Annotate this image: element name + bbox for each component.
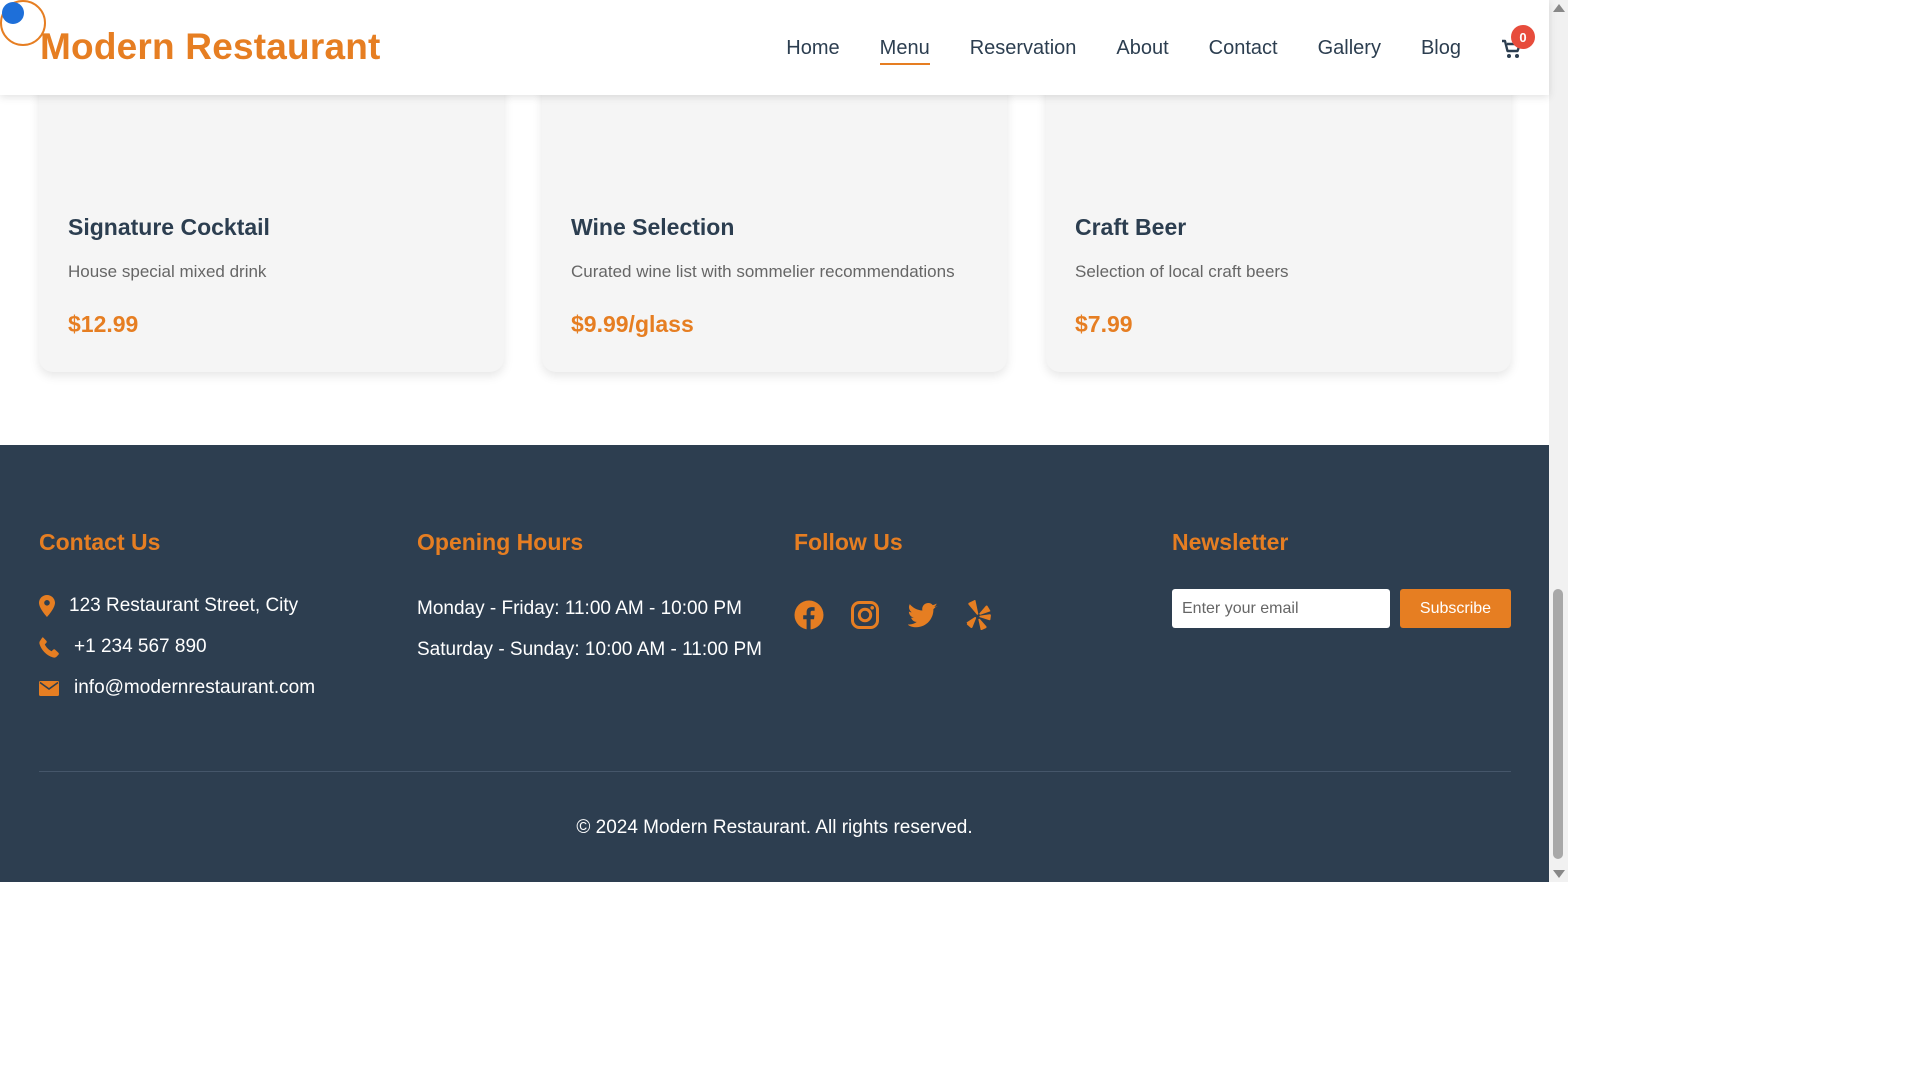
card-price: $7.99 [1075,311,1133,337]
social-title: Follow Us [794,529,903,555]
footer-newsletter: Newsletter Subscribe [1172,529,1517,628]
nav-about[interactable]: About [1116,33,1168,63]
cart-count-badge: 0 [1511,25,1535,49]
nav-home[interactable]: Home [786,33,839,63]
footer-divider [39,771,1511,772]
nav-gallery[interactable]: Gallery [1318,33,1381,63]
card-price: $12.99 [68,311,139,337]
newsletter-title: Newsletter [1172,529,1289,555]
scroll-up-arrow-icon[interactable] [1553,4,1565,12]
instagram-icon [851,601,879,629]
facebook-link[interactable] [794,599,851,631]
footer-social: Follow Us [794,529,1139,630]
page-scrollbar[interactable] [1549,0,1568,882]
nav-reservation[interactable]: Reservation [970,33,1077,63]
footer-contact: Contact Us 123 Restaurant Street, City +… [39,529,384,698]
card-price: $9.99/glass [571,311,694,337]
cart-button[interactable]: 0 [1501,25,1535,63]
hours-weekdays: Monday - Friday: 11:00 AM - 10:00 PM [417,598,742,619]
card-title: Craft Beer [1075,214,1187,240]
hours-weekend: Saturday - Sunday: 10:00 AM - 11:00 PM [417,639,763,660]
scroll-down-arrow-icon[interactable] [1553,870,1565,878]
contact-title: Contact Us [39,529,161,555]
twitter-icon [908,602,938,627]
copyright-text: © 2024 Modern Restaurant. All rights res… [576,817,973,838]
card-description: Selection of local craft beers [1075,262,1289,281]
subscribe-button[interactable]: Subscribe [1400,589,1511,628]
brand-logo[interactable]: Modern Restaurant [40,26,381,68]
envelope-icon [39,680,59,696]
site-footer: Contact Us 123 Restaurant Street, City +… [0,445,1549,882]
email-text[interactable]: info@modernrestaurant.com [74,677,315,699]
nav-menu[interactable]: Menu [879,33,930,65]
newsletter-email-input[interactable] [1172,589,1390,628]
yelp-icon [966,600,991,630]
contact-phone: +1 234 567 890 [39,636,207,658]
address-text: 123 Restaurant Street, City [69,595,299,616]
facebook-icon [794,600,824,630]
phone-icon [39,636,59,658]
main-nav: Home Menu Reservation About Contact Gall… [746,25,1535,65]
nav-blog[interactable]: Blog [1421,33,1461,63]
hours-list: Monday - Friday: 11:00 AM - 10:00 PM Sat… [417,593,762,675]
twitter-link[interactable] [908,599,965,631]
card-title: Wine Selection [571,214,735,240]
site-header: Modern Restaurant Home Menu Reservation … [0,0,1549,95]
contact-email: info@modernrestaurant.com [39,677,315,699]
hours-title: Opening Hours [417,529,584,555]
instagram-link[interactable] [851,599,908,631]
card-title: Signature Cocktail [68,214,270,240]
cursor-dot [2,2,24,24]
map-marker-icon [39,595,55,617]
contact-address: 123 Restaurant Street, City [39,595,298,617]
card-description: Curated wine list with sommelier recomme… [571,262,955,281]
scrollbar-thumb[interactable] [1553,589,1563,859]
social-links [794,599,1022,631]
yelp-link[interactable] [965,599,1022,631]
card-description: House special mixed drink [68,262,267,281]
nav-contact[interactable]: Contact [1209,33,1278,63]
phone-text[interactable]: +1 234 567 890 [74,636,207,658]
footer-hours: Opening Hours Monday - Friday: 11:00 AM … [417,529,762,660]
